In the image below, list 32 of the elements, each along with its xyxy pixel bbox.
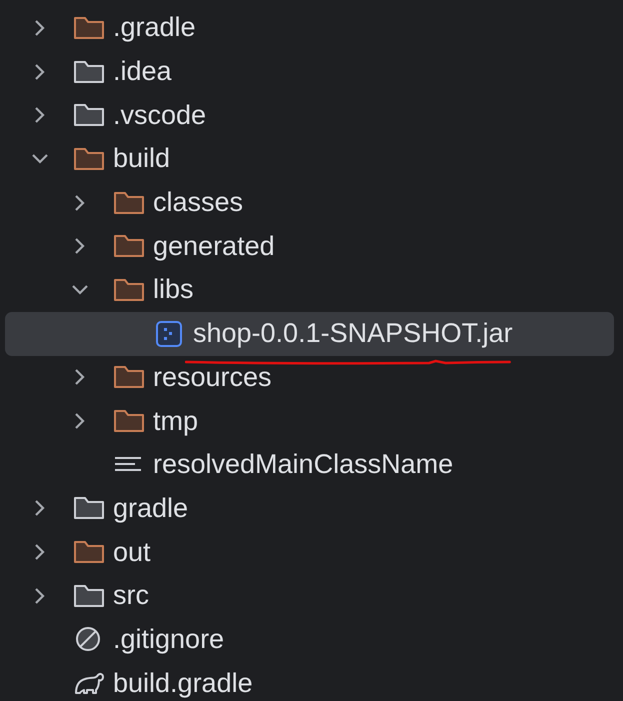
tree-row[interactable]: libs: [5, 268, 614, 312]
tree-row[interactable]: build.gradle: [5, 661, 614, 701]
tree-row[interactable]: classes: [5, 180, 614, 224]
file-name: classes: [153, 189, 244, 216]
tree-row[interactable]: resources: [5, 356, 614, 400]
file-name: .gitignore: [113, 626, 224, 653]
tree-row[interactable]: generated: [5, 224, 614, 268]
file-name: build.gradle: [113, 670, 253, 697]
selected-tree-row[interactable]: shop-0.0.1-SNAPSHOT.jar: [5, 312, 614, 356]
file-name: gradle: [113, 494, 188, 522]
file-name: resolvedMainClassName: [153, 451, 454, 478]
tree-row[interactable]: out: [5, 530, 614, 574]
file-name: build: [113, 145, 170, 172]
file-name: tmp: [153, 408, 198, 435]
tree-row[interactable]: .gradle: [5, 6, 614, 50]
file-name: .vscode: [113, 102, 206, 129]
tree-row[interactable]: gradle: [5, 486, 614, 530]
tree-row[interactable]: .idea: [5, 50, 614, 94]
tree-row[interactable]: build: [5, 137, 614, 181]
tree-row[interactable]: tmp: [5, 399, 614, 443]
file-name: generated: [153, 232, 275, 260]
tree-row[interactable]: src: [5, 574, 614, 618]
file-name: shop-0.0.1-SNAPSHOT.jar: [193, 320, 513, 348]
tree-row[interactable]: .gitignore: [5, 618, 614, 662]
file-name: src: [113, 582, 149, 610]
file-name: libs: [153, 276, 194, 304]
tree-row[interactable]: .vscode: [5, 93, 614, 138]
file-name: .gradle: [113, 14, 196, 42]
file-name: .idea: [113, 58, 172, 86]
file-name: resources: [153, 364, 272, 391]
tree-row[interactable]: resolvedMainClassName: [5, 442, 614, 487]
file-name: out: [113, 538, 151, 566]
